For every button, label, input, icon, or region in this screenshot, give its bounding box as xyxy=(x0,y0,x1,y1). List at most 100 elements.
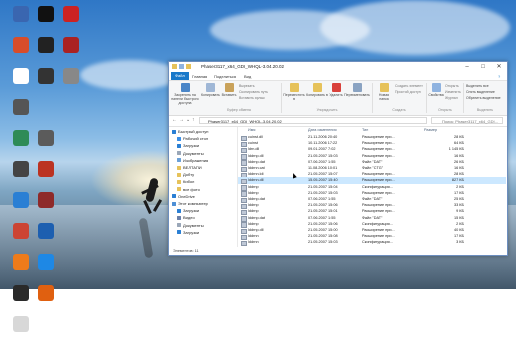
nav-item[interactable]: Кибол xyxy=(177,179,194,186)
cut-button[interactable]: Вырезать xyxy=(239,84,255,88)
group-select: Выделить xyxy=(476,108,494,112)
pin-label: Закрепить на панели быстрого доступа xyxy=(171,93,199,105)
app-icon xyxy=(38,223,54,239)
nav-item[interactable]: все фото xyxy=(177,187,200,194)
delete-button[interactable]: Удалить xyxy=(329,83,343,97)
recent-chevron-icon[interactable]: ⌄ xyxy=(186,117,190,123)
properties-label: Свойства xyxy=(428,93,444,97)
app-icon xyxy=(38,130,54,146)
close-button[interactable]: ✕ xyxy=(491,62,507,72)
file-row[interactable]: lddrnn 21.05.2007 15:03 Сконфигурация... 3 … xyxy=(238,239,506,247)
select-all-button[interactable]: Выделить все xyxy=(466,84,489,88)
help-icon[interactable]: ? xyxy=(495,73,503,80)
pin-quick-access-button[interactable]: Закрепить на панели быстрого доступа xyxy=(171,83,199,105)
nav-item-label: Видео xyxy=(183,215,195,221)
new-folder-icon[interactable] xyxy=(186,64,191,69)
nav-item-label: Изображения xyxy=(183,157,209,163)
open-button[interactable]: Открыть xyxy=(445,84,459,88)
wallpaper-cloud xyxy=(320,0,510,55)
nav-item-label: Загрузки xyxy=(183,229,200,235)
desktop-icon[interactable] xyxy=(6,99,36,129)
column-date[interactable]: Дата изменения xyxy=(308,127,337,133)
desktop-icon[interactable] xyxy=(6,316,36,346)
maximize-button[interactable]: □ xyxy=(475,62,491,72)
tab-view[interactable]: Вид xyxy=(241,73,254,80)
title-bar[interactable]: Phaser3117_x64_GDI_WHQL-3.04.20.02 – □ ✕ xyxy=(169,62,507,72)
move-to-button[interactable]: Переместить в xyxy=(283,83,305,101)
search-input[interactable]: Поиск: Phaser3117_x64_GDI... xyxy=(431,117,503,124)
copy-button[interactable]: Копировать xyxy=(201,83,220,97)
nav-item[interactable]: Загрузки xyxy=(177,208,199,215)
ribbon-separator xyxy=(426,83,427,113)
forward-icon[interactable]: → xyxy=(179,117,184,123)
copy-label: Копировать xyxy=(201,93,220,97)
nav-item[interactable]: Добту xyxy=(177,172,194,179)
invert-selection-button[interactable]: Обратить выделение xyxy=(466,96,501,100)
nav-item-label: все фото xyxy=(183,186,200,192)
folder-icon xyxy=(177,165,181,170)
tab-home[interactable]: Главная xyxy=(189,73,210,80)
history-button[interactable]: Журнал xyxy=(445,96,458,100)
nav-item[interactable]: OneDrive xyxy=(172,194,195,201)
app-icon xyxy=(63,68,79,84)
file-icon xyxy=(241,240,247,247)
desktop-icon[interactable] xyxy=(31,254,61,284)
column-type[interactable]: Тип xyxy=(362,127,368,133)
nav-item[interactable]: Загрузки xyxy=(177,230,199,237)
new-item-button[interactable]: Создать элемент xyxy=(395,84,423,88)
up-icon[interactable]: ↑ xyxy=(192,117,195,123)
address-field[interactable]: Phaser3117_x64_GDI_WHQL-3.04.20.02 xyxy=(199,117,427,124)
rename-button[interactable]: Переименовать xyxy=(344,83,370,97)
nav-item[interactable]: Изображения xyxy=(177,158,208,165)
desktop-icon[interactable] xyxy=(31,192,61,222)
nav-item[interactable]: ВЕЛТАПИ xyxy=(177,165,202,172)
edit-button[interactable]: Изменить xyxy=(445,90,461,94)
explorer-window[interactable]: Phaser3117_x64_GDI_WHQL-3.04.20.02 – □ ✕… xyxy=(168,61,508,256)
select-none-button[interactable]: Снять выделение xyxy=(466,90,495,94)
nav-item-label: OneDrive xyxy=(178,193,195,199)
desktop-icon[interactable] xyxy=(56,6,86,36)
desktop-icon[interactable] xyxy=(31,285,61,315)
group-new: Создать xyxy=(392,108,406,112)
paste-shortcut-button[interactable]: Вставить ярлык xyxy=(239,96,265,100)
desktop-icon[interactable] xyxy=(31,161,61,191)
desktop-icon[interactable] xyxy=(31,223,61,253)
nav-item[interactable]: Загрузки xyxy=(177,143,199,150)
nav-item[interactable]: Этот компьютер xyxy=(172,201,208,208)
app-icon xyxy=(13,130,29,146)
easy-access-button[interactable]: Простой доступ xyxy=(395,90,421,94)
desktop-icon[interactable] xyxy=(56,68,86,98)
copy-path-button[interactable]: Скопировать путь xyxy=(239,90,268,94)
back-icon[interactable]: ← xyxy=(172,117,177,123)
desktop-icon[interactable] xyxy=(31,130,61,160)
new-folder-label: Новая папка xyxy=(378,93,390,101)
new-folder-button[interactable]: Новая папка xyxy=(374,83,394,101)
ribbon-separator xyxy=(463,83,464,113)
tab-share[interactable]: Поделиться xyxy=(211,73,239,80)
properties-icon[interactable] xyxy=(179,64,184,69)
column-size[interactable]: Размер xyxy=(424,127,437,133)
properties-button[interactable]: Свойства xyxy=(428,83,444,97)
nav-item-label: Этот компьютер xyxy=(178,201,208,206)
wallpaper-cloud xyxy=(80,60,180,90)
nav-item[interactable]: Рабочий стол xyxy=(177,136,208,143)
nav-item[interactable]: Быстрый доступ xyxy=(172,129,208,136)
tab-file[interactable]: Файл xyxy=(171,72,189,80)
desktop-icon[interactable] xyxy=(56,37,86,67)
ribbon-home: Закрепить на панели быстрого доступа Коп… xyxy=(169,81,507,116)
folder-icon xyxy=(177,179,181,184)
column-name[interactable]: Имя xyxy=(248,127,255,133)
nav-item[interactable]: Документы xyxy=(177,223,204,230)
minimize-button[interactable]: – xyxy=(459,62,475,72)
nav-item[interactable]: Документы xyxy=(177,151,204,158)
desktop-icon-label xyxy=(27,302,65,311)
folder-icon xyxy=(177,158,181,163)
nav-item[interactable]: Видео xyxy=(177,215,195,222)
copy-to-button[interactable]: Копировать в xyxy=(306,83,328,97)
paste-button[interactable]: Вставить xyxy=(221,83,237,97)
group-clipboard: Буфер обмена xyxy=(227,108,251,112)
file-type: Сконфигурация... xyxy=(362,240,393,245)
app-icon xyxy=(38,6,54,22)
app-icon xyxy=(13,161,29,177)
desktop-icon-label xyxy=(52,23,90,32)
